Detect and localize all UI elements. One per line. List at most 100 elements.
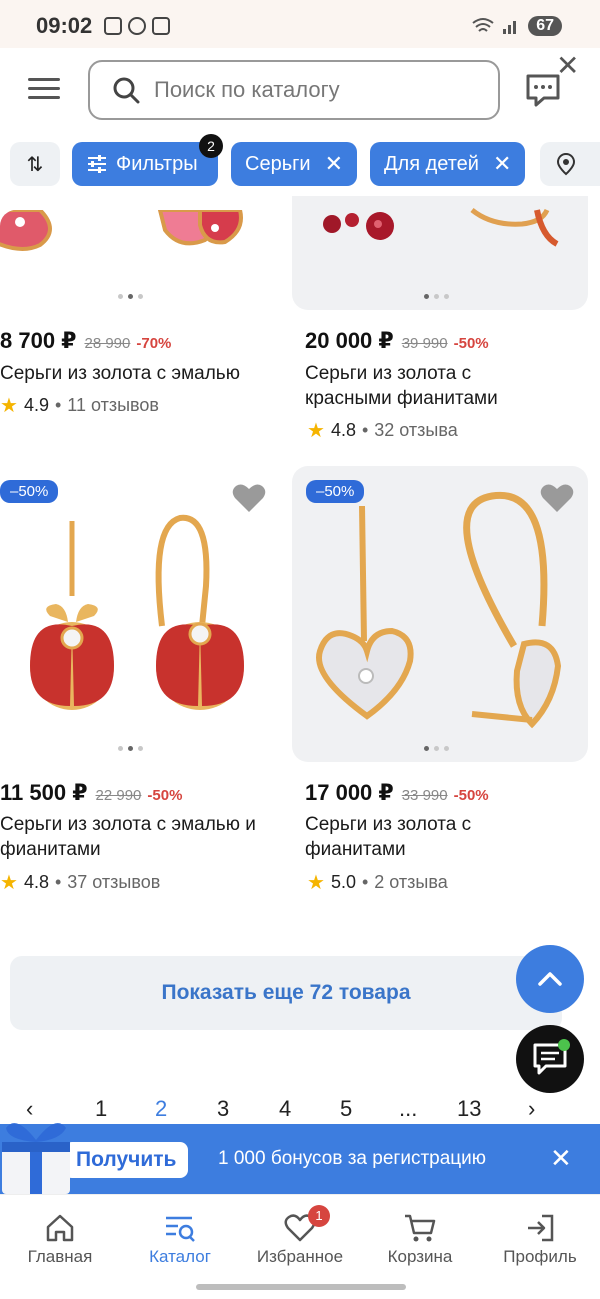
favorites-badge: 1 (308, 1205, 330, 1227)
get-bonus-button[interactable]: Получить (64, 1142, 189, 1178)
nav-label: Корзина (387, 1247, 453, 1266)
login-icon (528, 1214, 554, 1242)
reviews-separator: • (361, 872, 369, 892)
nav-cart[interactable]: Корзина (360, 1209, 480, 1267)
product-image[interactable] (292, 196, 588, 310)
calendar-icon (152, 17, 170, 35)
chip-label: Серьги (245, 152, 311, 175)
star-icon: ★ (0, 395, 18, 417)
product-title[interactable]: Серьги из золота с фианитами (305, 812, 535, 862)
page-link-current[interactable]: 2 (155, 1096, 167, 1122)
remove-chip-icon[interactable]: ✕ (325, 151, 343, 177)
old-price: 39 990 (401, 335, 448, 352)
whatsapp-icon (128, 17, 146, 35)
close-icon[interactable]: ✕ (556, 52, 579, 80)
old-price: 33 990 (401, 787, 448, 804)
status-bar: 09:02 67 (0, 0, 600, 48)
discount-badge: –50% (0, 480, 59, 503)
header: Поиск по каталогу ✕ (0, 48, 600, 136)
red-stone-earrings-image (323, 208, 559, 247)
page-link[interactable]: 3 (217, 1096, 229, 1122)
search-input[interactable]: Поиск по каталогу (88, 60, 500, 120)
page-link[interactable]: 5 (340, 1096, 352, 1122)
notification-icons (104, 17, 170, 35)
discount: -50% (147, 787, 183, 804)
image-pagination-dots (118, 294, 143, 299)
favorite-heart-icon[interactable] (540, 483, 574, 513)
favorite-heart-icon[interactable] (232, 483, 266, 513)
reviews-separator: • (361, 420, 369, 440)
product-rating: ★ 5.0 • 2 отзыва (307, 870, 448, 895)
page-link[interactable]: 4 (279, 1096, 291, 1122)
rating-value: 4.8 (23, 872, 49, 892)
show-more-button[interactable]: Показать еще 72 товара (10, 956, 562, 1030)
reviews-count: 32 отзыва (374, 420, 458, 440)
home-indicator[interactable] (196, 1284, 406, 1290)
star-icon: ★ (307, 420, 325, 442)
price: 20 000 ₽ (305, 328, 394, 353)
nav-label: Избранное (256, 1247, 344, 1266)
price: 11 500 ₽ (0, 780, 88, 805)
product-rating: ★ 4.8 • 32 отзыва (307, 418, 458, 443)
nav-profile[interactable]: Профиль (480, 1209, 600, 1267)
nav-catalog[interactable]: Каталог (120, 1209, 240, 1267)
sliders-icon (88, 155, 106, 173)
nav-home[interactable]: Главная (0, 1209, 120, 1267)
location-filter-button[interactable] (540, 142, 600, 186)
price: 17 000 ₽ (305, 780, 394, 805)
catalog-search-icon (166, 1216, 195, 1242)
system-icons: 67 (472, 16, 562, 36)
product-image[interactable] (0, 210, 290, 310)
filters-count-badge: 2 (199, 134, 223, 158)
price: 8 700 ₽ (0, 328, 77, 353)
reviews-count: 2 отзыва (374, 872, 448, 892)
chevron-up-icon (538, 972, 562, 986)
promo-text: 1 000 бонусов за регистрацию (218, 1148, 487, 1169)
chip-for-kids[interactable]: Для детей ✕ (370, 142, 526, 186)
discount: -50% (453, 787, 489, 804)
chip-label: Для детей (384, 152, 479, 175)
ladybug-earrings-image (0, 210, 243, 251)
product-title[interactable]: Серьги из золота с красными фианитами (305, 361, 535, 411)
location-pin-icon (556, 152, 576, 176)
product-title[interactable]: Серьги из золота с эмалью (0, 361, 280, 386)
page-link[interactable]: 13 (457, 1096, 481, 1122)
nav-favorites[interactable]: 1 Избранное (240, 1205, 360, 1267)
star-icon: ★ (307, 872, 325, 894)
status-time: 09:02 (36, 13, 93, 38)
page-link[interactable]: 1 (95, 1096, 107, 1122)
hamburger-menu-icon[interactable] (28, 78, 60, 102)
nav-label: Профиль (503, 1247, 577, 1266)
promo-banner: Получить 1 000 бонусов за регистрацию ✕ (0, 1124, 600, 1194)
reviews-separator: • (54, 395, 62, 415)
chat-button[interactable] (516, 1025, 584, 1093)
page-ellipsis: ... (399, 1096, 418, 1121)
old-price: 28 990 (84, 335, 131, 352)
reviews-count: 37 отзывов (67, 872, 161, 892)
scroll-to-top-button[interactable] (516, 945, 584, 1013)
product-title[interactable]: Серьги из золота с эмалью и фианитами (0, 812, 280, 862)
rating-value: 4.9 (23, 395, 49, 415)
reviews-count: 11 отзывов (67, 395, 159, 415)
rating-value: 4.8 (330, 420, 356, 440)
sort-button[interactable]: ⇅ (10, 142, 60, 186)
screenshot-icon (104, 17, 122, 35)
discount-badge: –50% (306, 480, 365, 503)
nav-label: Главная (27, 1247, 93, 1266)
reviews-separator: • (54, 872, 62, 892)
home-icon (46, 1214, 74, 1242)
discount: -70% (136, 335, 172, 352)
next-page-icon[interactable]: › (528, 1096, 535, 1122)
chip-earrings[interactable]: Серьги ✕ (231, 142, 358, 186)
search-placeholder: Поиск по каталогу (154, 77, 340, 102)
close-banner-icon[interactable]: ✕ (550, 1144, 572, 1172)
product-price-row: 17 000 ₽ 33 990 -50% (305, 780, 489, 806)
filters-button[interactable]: Фильтры (72, 142, 218, 186)
filters-label: Фильтры (116, 152, 198, 175)
remove-chip-icon[interactable]: ✕ (493, 151, 511, 177)
nav-label: Каталог (149, 1247, 211, 1266)
product-price-row: 11 500 ₽ 22 990 -50% (0, 780, 182, 806)
product-rating: ★ 4.8 • 37 отзывов (0, 870, 160, 895)
sort-icon: ⇅ (26, 153, 44, 176)
filter-chips-bar: ⇅ Фильтры 2 Серьги ✕ Для детей ✕ (0, 134, 600, 188)
